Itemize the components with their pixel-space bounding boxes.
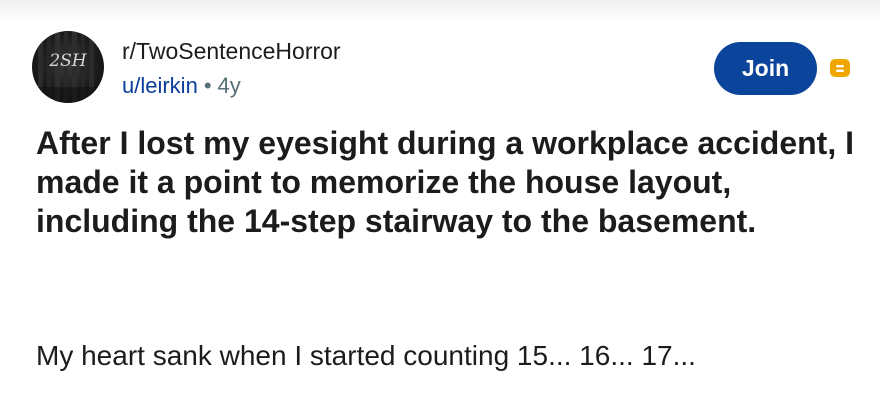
post-title[interactable]: After I lost my eyesight during a workpl… <box>36 124 866 241</box>
archive-box-icon[interactable] <box>828 56 852 80</box>
post-meta: u/leirkin • 4y <box>122 73 241 99</box>
meta-separator: • <box>203 73 212 98</box>
author-username[interactable]: u/leirkin <box>122 73 198 98</box>
subreddit-name[interactable]: r/TwoSentenceHorror <box>122 38 341 65</box>
post-age: 4y <box>217 73 241 98</box>
post-card: 2SH r/TwoSentenceHorror u/leirkin • 4y Joi… <box>0 0 880 402</box>
post-body: My heart sank when I started counting 15… <box>36 340 696 371</box>
avatar-logo-text: 2SH <box>49 51 87 71</box>
join-button[interactable]: Join <box>714 42 817 95</box>
subreddit-avatar[interactable]: 2SH <box>32 31 104 103</box>
